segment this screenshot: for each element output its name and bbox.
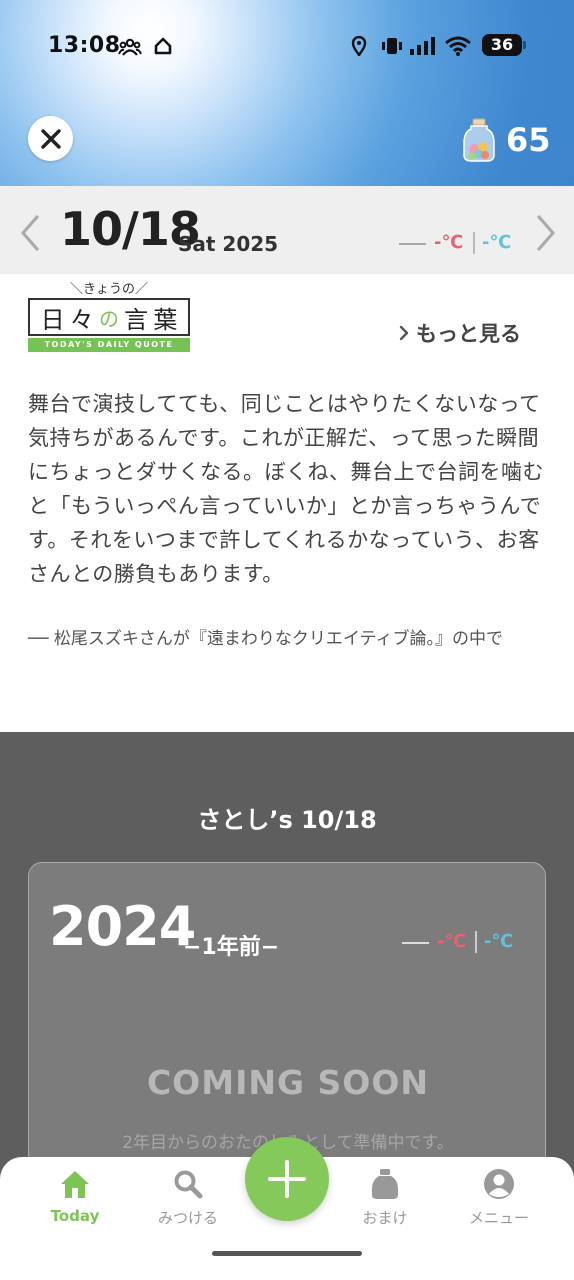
header: 13:08 36 65 — [0, 0, 574, 186]
logo-char: 言 — [124, 305, 149, 334]
date-bar: 10/18 Sat 2025 -℃ -℃ — [0, 186, 574, 274]
memory-year: 2024 — [49, 895, 196, 958]
add-button[interactable] — [245, 1137, 329, 1221]
home-icon — [61, 1171, 89, 1198]
quote-text: 舞台で演技してても、同じことはやりたくないなって気持ちがあるんです。これが正解だ… — [28, 392, 544, 586]
logo-char: 々 — [69, 305, 94, 334]
search-icon — [174, 1170, 203, 1199]
nav-item-today[interactable]: Today — [25, 1167, 125, 1225]
temp-dash — [399, 243, 426, 245]
weekday-year-label: Sat 2025 — [178, 232, 279, 256]
more-link-label: もっと見る — [416, 322, 521, 346]
logo-char: 葉 — [153, 305, 178, 334]
points-display[interactable]: 65 — [462, 116, 551, 164]
nav-label: おまけ — [362, 1209, 408, 1227]
nav-label: メニュー — [468, 1209, 529, 1227]
memory-temp-high: -℃ — [437, 931, 467, 952]
points-count: 65 — [506, 121, 551, 159]
temp-separator — [475, 931, 477, 953]
memory-years-ago: −1年前− — [183, 935, 280, 960]
next-day-arrow-icon[interactable] — [534, 214, 558, 252]
location-icon — [351, 36, 367, 56]
home-indicator — [212, 1251, 362, 1256]
temp-dash — [402, 942, 429, 944]
temp-low: -℃ — [482, 232, 512, 253]
vibrate-icon — [382, 38, 402, 54]
signal-icon — [410, 37, 435, 55]
nav-label: みつける — [157, 1209, 218, 1227]
plus-icon — [268, 1160, 306, 1198]
nav-label: Today — [50, 1207, 100, 1225]
chevron-right-icon — [399, 325, 409, 341]
memory-temp-low: -℃ — [484, 931, 514, 952]
coming-soon-label: COMING SOON — [146, 1063, 430, 1102]
status-time: 13:08 — [48, 33, 121, 58]
battery-tip — [523, 41, 526, 49]
status-bar: 13:08 36 — [0, 30, 574, 64]
temp-high: -℃ — [434, 232, 464, 253]
battery-indicator: 36 — [482, 34, 522, 56]
temp-separator — [473, 232, 475, 254]
nav-item-menu[interactable]: メニュー — [449, 1167, 549, 1228]
daily-quote-logo: ＼きょうの／ 日 々 の 言 葉 TODAY'S DAILY QUOTE — [28, 278, 190, 354]
jar-icon — [463, 118, 495, 162]
close-button[interactable] — [28, 116, 73, 161]
nav-item-discover[interactable]: みつける — [138, 1167, 238, 1228]
wifi-icon — [445, 36, 471, 56]
logo-title: 日 々 の 言 葉 — [28, 298, 190, 336]
nav-item-extras[interactable]: おまけ — [335, 1167, 435, 1228]
logo-tagline: TODAY'S DAILY QUOTE — [28, 338, 190, 352]
home-status-icon — [154, 37, 172, 55]
memory-title: さとし’s 10/18 — [197, 806, 377, 834]
prev-day-arrow-icon[interactable] — [18, 214, 42, 252]
logo-char: の — [98, 306, 119, 331]
more-link[interactable]: もっと見る — [398, 318, 521, 348]
jar-icon — [372, 1169, 398, 1199]
logo-char: 日 — [40, 305, 65, 334]
person-icon — [484, 1169, 514, 1199]
quote-source: ── 松尾スズキさんが『遠まわりなクリエイティブ論。』の中で — [28, 629, 504, 649]
close-icon — [40, 128, 61, 149]
group-icon — [118, 38, 142, 56]
logo-subtitle: ＼きょうの／ — [69, 282, 148, 297]
